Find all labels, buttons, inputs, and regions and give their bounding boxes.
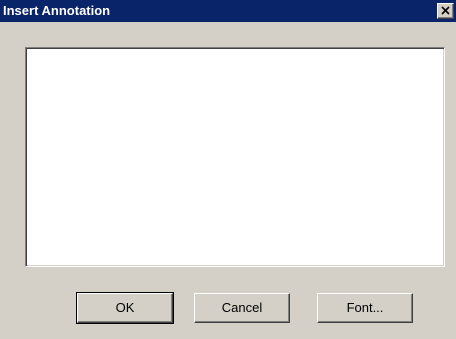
annotation-text-input[interactable]	[28, 50, 442, 264]
close-icon	[441, 6, 450, 15]
title-bar[interactable]: Insert Annotation	[0, 0, 456, 22]
ok-button[interactable]: OK	[76, 292, 174, 324]
insert-annotation-dialog: Insert Annotation OK Cancel Font...	[0, 0, 456, 339]
font-button[interactable]: Font...	[317, 293, 413, 323]
close-button[interactable]	[437, 3, 454, 19]
cancel-button[interactable]: Cancel	[194, 293, 290, 323]
dialog-title: Insert Annotation	[3, 3, 111, 18]
annotation-text-box	[25, 47, 445, 267]
